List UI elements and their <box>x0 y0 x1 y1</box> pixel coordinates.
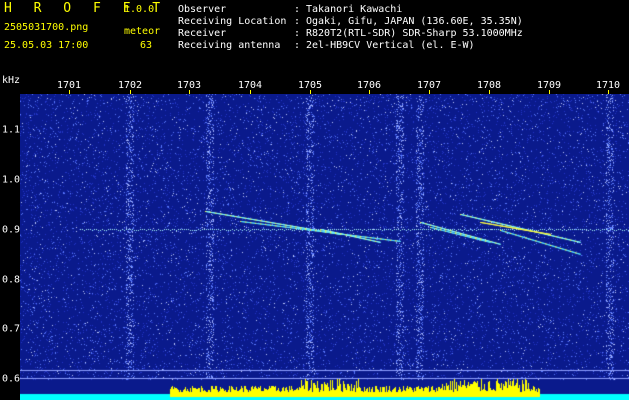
hour-tick <box>549 90 550 94</box>
hour-tick <box>489 90 490 94</box>
observer-row: Observer: Takanori Kawachi <box>178 4 402 15</box>
freq-label-1-0: 1.0 <box>2 174 21 186</box>
meteor-count-label: meteor <box>124 26 161 37</box>
freq-label-0-6: 0.6 <box>2 373 21 385</box>
observer-sep: : <box>294 4 301 15</box>
frequency-unit-label: kHz <box>2 75 21 86</box>
antenna-key: Receiving antenna <box>178 40 281 51</box>
location-key: Receiving Location <box>178 16 287 27</box>
spectrogram <box>20 94 629 400</box>
image-filename: 2505031700.png <box>4 22 89 33</box>
freq-label-0-9: 0.9 <box>2 224 21 236</box>
freq-label-0-7: 0.7 <box>2 323 21 335</box>
hour-tick <box>130 90 131 94</box>
location-row: Receiving Location: Ogaki, Gifu, JAPAN (1… <box>178 16 523 27</box>
antenna-row: Receiving antenna:2el-HB9CV Vertical (el… <box>178 40 475 51</box>
hour-tick <box>69 90 70 94</box>
observer-value: Takanori Kawachi <box>306 4 403 15</box>
location-sep: : <box>294 16 301 27</box>
hour-tick <box>189 90 190 94</box>
hour-tick <box>310 90 311 94</box>
antenna-sep: : <box>294 40 301 51</box>
hour-tick <box>429 90 430 94</box>
location-value: Ogaki, Gifu, JAPAN (136.60E, 35.35N) <box>306 16 523 27</box>
hour-tick <box>250 90 251 94</box>
hour-tick <box>608 90 609 94</box>
receiver-row: Receiver: R820T2(RTL-SDR) SDR-Sharp 53.10… <box>178 28 523 39</box>
capture-datetime: 25.05.03 17:00 <box>4 40 89 51</box>
hour-tick <box>369 90 370 94</box>
antenna-value: 2el-HB9CV Vertical (el. E-W) <box>306 40 475 51</box>
receiver-sep: : <box>294 28 301 39</box>
app-version: 1.0.0 <box>124 4 155 15</box>
header-panel: H R O F F T 1.0.0 2505031700.png 25.05.0… <box>0 0 629 74</box>
freq-label-0-8: 0.8 <box>2 274 21 286</box>
observer-key: Observer <box>178 4 227 15</box>
receiver-key: Receiver <box>178 28 227 39</box>
meteor-count-value: 63 <box>140 40 153 51</box>
freq-label-1-1: 1.1 <box>2 124 21 136</box>
receiver-value: R820T2(RTL-SDR) SDR-Sharp 53.1000MHz <box>306 28 523 39</box>
